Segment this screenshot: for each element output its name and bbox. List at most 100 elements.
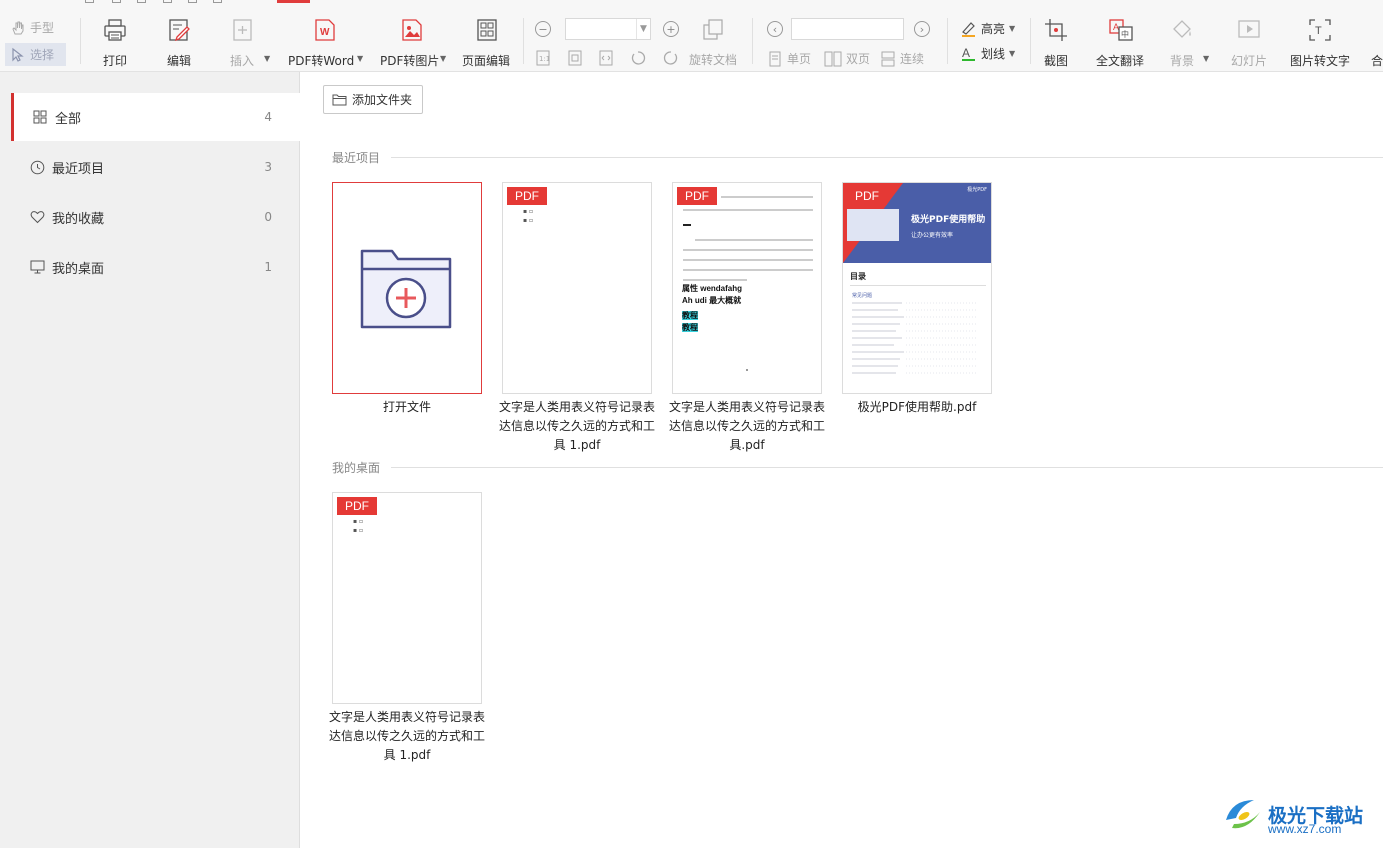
file-name[interactable]: 文字是人类用表义符号记录表达信息以传之久远的方式和工具.pdf [667, 398, 827, 455]
app-window: 手型 选择 打印 编辑 插入 ▼ W PDF转Word ▼ PDF转图片 ▼ 页… [0, 0, 1383, 848]
zoom-out-icon[interactable]: − [535, 21, 551, 37]
translate-button[interactable]: A中 全文翻译 [1096, 0, 1144, 68]
help-illustration [847, 209, 899, 241]
screenshot-button[interactable]: 截图 [1042, 0, 1070, 68]
help-brand: 极光PDF [967, 187, 987, 193]
svg-text:T: T [1315, 25, 1322, 37]
zoom-in-icon[interactable]: + [663, 21, 679, 37]
doc-highlight: 教程 [682, 323, 698, 332]
file-name[interactable]: 极光PDF使用帮助.pdf [837, 398, 997, 417]
fit-width-icon[interactable] [598, 50, 614, 66]
svg-text:1:1: 1:1 [539, 55, 550, 63]
page-number-dot [746, 369, 748, 371]
chevron-down-icon[interactable]: ▼ [636, 19, 650, 39]
file-thumbnail[interactable]: PDF ▪ ▫ ▪ ▫ [332, 492, 482, 704]
merge-label[interactable]: 合 [1371, 52, 1383, 69]
double-page-button[interactable]: 双页 [824, 50, 870, 67]
rotate-right-icon[interactable] [663, 50, 679, 66]
file-name[interactable]: 文字是人类用表义符号记录表达信息以传之久远的方式和工具 1.pdf [327, 708, 487, 765]
chevron-down-icon[interactable]: ▼ [264, 54, 270, 63]
sidebar-item-count: 3 [264, 160, 272, 174]
previous-page-icon[interactable]: ‹ [767, 21, 783, 37]
rotate-document-icon[interactable] [701, 17, 725, 41]
quick-access-icon[interactable] [213, 0, 222, 3]
chevron-down-icon[interactable]: ▼ [357, 54, 363, 63]
page-edit-button[interactable]: 页面编辑 [462, 0, 510, 68]
print-button[interactable]: 打印 [101, 0, 129, 68]
file-thumbnail[interactable]: PDF ▪ ▫ ▪ ▫ [502, 182, 652, 394]
select-tool-button[interactable]: 选择 [5, 43, 66, 66]
actual-size-icon[interactable]: 1:1 [535, 50, 551, 66]
doc-heading: 属性 wendafahg [682, 284, 743, 293]
pdf-badge: PDF [337, 497, 377, 515]
chevron-down-icon[interactable]: ▼ [1009, 24, 1015, 33]
add-folder-button[interactable]: 添加文件夹 [323, 85, 423, 114]
file-name[interactable]: 文字是人类用表义符号记录表达信息以传之久远的方式和工具 1.pdf [497, 398, 657, 455]
background-button[interactable]: 背景 [1168, 0, 1196, 68]
insert-icon [233, 19, 252, 41]
select-label: 选择 [30, 48, 55, 62]
double-page-icon [824, 51, 842, 66]
open-file-card[interactable] [332, 182, 482, 394]
rotate-left-icon[interactable] [630, 50, 646, 66]
insert-button[interactable]: 插入 [229, 0, 257, 68]
sidebar-item-count: 1 [264, 260, 272, 274]
continuous-button[interactable]: 连续 [880, 50, 924, 67]
next-page-icon[interactable]: › [914, 21, 930, 37]
open-file-label: 打开文件 [382, 400, 431, 414]
underline-label: 划线 [981, 47, 1006, 61]
edit-button[interactable]: 编辑 [165, 0, 193, 68]
zoom-input[interactable]: ▼ [565, 18, 651, 40]
play-icon [1238, 20, 1260, 38]
pdf-to-image-label: PDF转图片 [380, 54, 440, 68]
svg-text:A: A [962, 46, 970, 60]
quick-access-icon[interactable] [137, 0, 146, 3]
pdf-to-image-icon [402, 19, 422, 41]
sidebar-item-desktop[interactable]: 我的桌面 1 [11, 243, 300, 291]
chevron-down-icon[interactable]: ▼ [1203, 54, 1209, 63]
sidebar-item-recent[interactable]: 最近项目 3 [11, 143, 300, 191]
hand-tool-button[interactable]: 手型 [10, 19, 54, 36]
quick-access-icon[interactable] [85, 0, 94, 3]
sidebar-item-favorites[interactable]: 我的收藏 0 [11, 193, 300, 241]
section-divider [391, 157, 1383, 158]
file-thumbnail[interactable]: PDF 属性 wendafahg Ah udi 最大概就 教程 教程 [672, 182, 822, 394]
desktop-section-title: 我的桌面 [332, 461, 381, 475]
pdf-to-word-button[interactable]: W PDF转Word [288, 0, 354, 68]
image-to-text-button[interactable]: T 图片转文字 [1290, 0, 1350, 68]
sidebar-item-all[interactable]: 全部 4 [11, 93, 300, 141]
pdf-to-word-icon: W [315, 19, 335, 41]
clock-icon [29, 159, 45, 175]
chevron-down-icon[interactable]: ▼ [1009, 49, 1015, 58]
sidebar-item-label: 我的收藏 [52, 211, 105, 227]
edit-label: 编辑 [166, 54, 191, 68]
underline-button[interactable]: A 划线 ▼ [960, 45, 1015, 62]
fit-page-icon[interactable] [567, 50, 583, 66]
chevron-down-icon[interactable]: ▼ [440, 54, 446, 63]
svg-text:A: A [1113, 22, 1119, 32]
file-thumbnail[interactable]: PDF 极光PDF 极光PDF使用帮助 让办公更有效率 目录 常见问题 [842, 182, 992, 394]
slideshow-button[interactable]: 幻灯片 [1231, 0, 1267, 68]
highlighter-icon [962, 22, 975, 37]
grid-icon [32, 109, 48, 125]
pdf-badge: PDF [847, 187, 887, 205]
toolbar-divider [947, 18, 948, 64]
insert-label: 插入 [230, 54, 255, 68]
page-edit-label: 页面编辑 [462, 54, 511, 68]
cursor-icon [12, 47, 24, 62]
ribbon-toolbar: 手型 选择 打印 编辑 插入 ▼ W PDF转Word ▼ PDF转图片 ▼ 页… [0, 0, 1383, 72]
section-divider [391, 467, 1383, 468]
single-page-icon [769, 51, 781, 66]
help-title: 极光PDF使用帮助 [911, 215, 986, 225]
single-page-label: 单页 [787, 52, 812, 66]
toc-divider [850, 285, 986, 286]
pdf-to-image-button[interactable]: PDF转图片 [380, 0, 439, 68]
recent-section-title: 最近项目 [332, 151, 381, 165]
highlight-button[interactable]: 高亮 ▼ [960, 20, 1015, 37]
page-number-input[interactable] [791, 18, 904, 40]
single-page-button[interactable]: 单页 [767, 50, 811, 67]
help-section: 常见问题 [852, 293, 873, 299]
rotate-document-label[interactable]: 旋转文档 [689, 51, 737, 68]
desktop-icon [29, 259, 45, 275]
toolbar-divider [523, 18, 524, 64]
